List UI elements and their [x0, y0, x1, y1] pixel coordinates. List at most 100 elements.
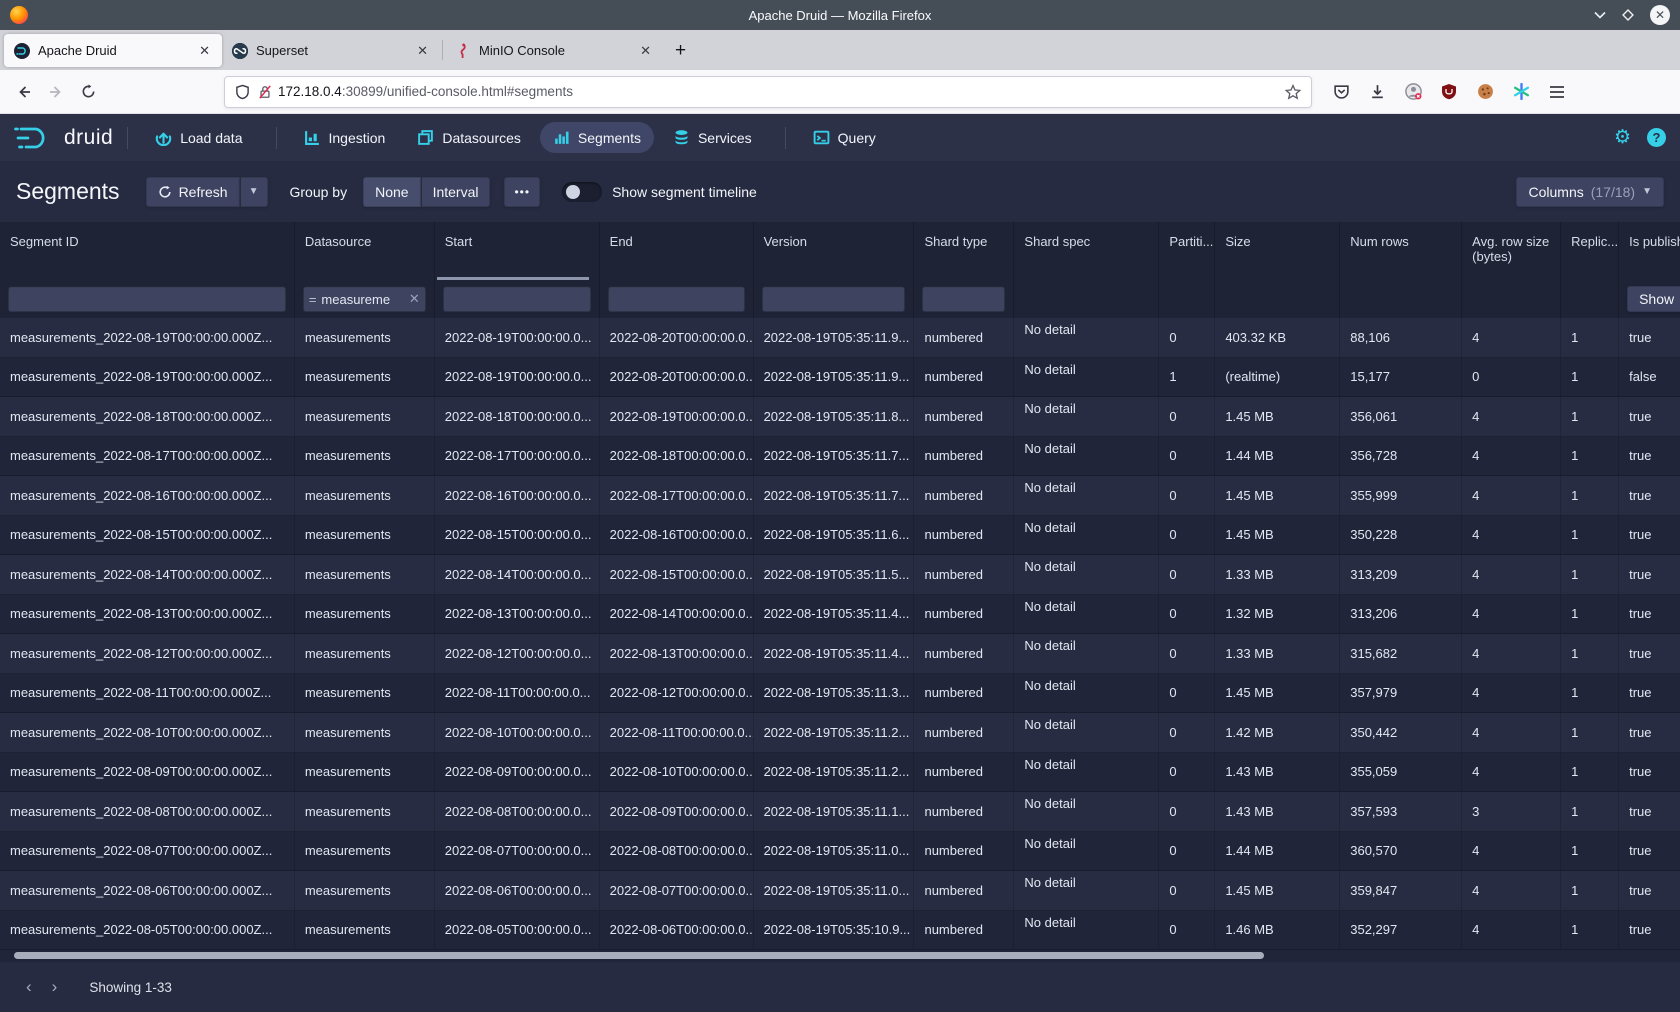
- nav-item-load-data[interactable]: Load data: [142, 122, 255, 153]
- is-published-filter-button[interactable]: Show: [1627, 286, 1680, 312]
- filter-input-segment-id[interactable]: [8, 286, 286, 312]
- column-header-size[interactable]: Size: [1214, 222, 1339, 280]
- group-by-none-button[interactable]: None: [363, 177, 420, 207]
- table-row[interactable]: measurements_2022-08-11T00:00:00.000Z...…: [0, 674, 1680, 714]
- filter-input-shard-type[interactable]: [922, 286, 1005, 312]
- table-row[interactable]: measurements_2022-08-19T00:00:00.000Z...…: [0, 318, 1680, 358]
- cell-segment-id[interactable]: measurements_2022-08-08T00:00:00.000Z...: [0, 792, 294, 831]
- cell-segment-id[interactable]: measurements_2022-08-15T00:00:00.000Z...: [0, 516, 294, 555]
- new-tab-button[interactable]: +: [663, 40, 698, 70]
- cell-segment-id[interactable]: measurements_2022-08-16T00:00:00.000Z...: [0, 476, 294, 515]
- refresh-button[interactable]: Refresh: [146, 177, 240, 207]
- table-row[interactable]: measurements_2022-08-14T00:00:00.000Z...…: [0, 555, 1680, 595]
- filter-input-end[interactable]: [608, 286, 745, 312]
- table-row[interactable]: measurements_2022-08-15T00:00:00.000Z...…: [0, 516, 1680, 556]
- column-header-shard-spec[interactable]: Shard spec: [1013, 222, 1158, 280]
- segment-timeline-toggle[interactable]: [562, 182, 602, 202]
- filter-input-start[interactable]: [443, 286, 591, 312]
- column-header-version[interactable]: Version: [753, 222, 914, 280]
- settings-gear-icon[interactable]: ⚙: [1614, 126, 1631, 149]
- table-row[interactable]: measurements_2022-08-07T00:00:00.000Z...…: [0, 832, 1680, 872]
- url-bar[interactable]: 172.18.0.4:30899/unified-console.html#se…: [224, 76, 1312, 108]
- help-icon[interactable]: ?: [1647, 128, 1666, 147]
- table-row[interactable]: measurements_2022-08-17T00:00:00.000Z...…: [0, 437, 1680, 477]
- window-close-icon[interactable]: ✕: [1650, 5, 1670, 25]
- cell-segment-id[interactable]: measurements_2022-08-13T00:00:00.000Z...: [0, 595, 294, 634]
- ublock-icon[interactable]: [1434, 77, 1464, 107]
- window-maximize-icon[interactable]: [1622, 9, 1634, 21]
- datasource-filter-chip[interactable]: =measureme✕: [303, 286, 426, 312]
- table-row[interactable]: measurements_2022-08-05T00:00:00.000Z...…: [0, 911, 1680, 951]
- table-row[interactable]: measurements_2022-08-12T00:00:00.000Z...…: [0, 634, 1680, 674]
- table-row[interactable]: measurements_2022-08-09T00:00:00.000Z...…: [0, 753, 1680, 793]
- nav-item-query[interactable]: Query: [800, 122, 889, 153]
- reload-icon[interactable]: [72, 76, 104, 108]
- insecure-lock-icon[interactable]: [258, 84, 272, 100]
- cell-segment-id[interactable]: measurements_2022-08-09T00:00:00.000Z...: [0, 753, 294, 792]
- horizontal-scrollbar-thumb[interactable]: [14, 952, 1264, 959]
- tab-close-icon[interactable]: ✕: [638, 43, 653, 59]
- browser-tab-apache-druid[interactable]: Apache Druid✕: [4, 34, 222, 67]
- cell-segment-id[interactable]: measurements_2022-08-19T00:00:00.000Z...: [0, 358, 294, 397]
- browser-tab-superset[interactable]: Superset✕: [222, 34, 440, 67]
- nav-item-services[interactable]: Services: [660, 122, 765, 153]
- extension-flower-icon[interactable]: [1506, 77, 1536, 107]
- window-minimize-icon[interactable]: [1594, 11, 1606, 19]
- back-icon[interactable]: [8, 76, 40, 108]
- column-header-shard-type[interactable]: Shard type: [913, 222, 1013, 280]
- nav-item-segments[interactable]: Segments: [540, 122, 654, 153]
- cookie-icon[interactable]: [1470, 77, 1500, 107]
- download-icon[interactable]: [1362, 77, 1392, 107]
- tab-close-icon[interactable]: ✕: [197, 43, 212, 59]
- refresh-dropdown-button[interactable]: ▼: [240, 177, 268, 207]
- cell-start: 2022-08-11T00:00:00.0...: [434, 674, 599, 713]
- table-row[interactable]: measurements_2022-08-18T00:00:00.000Z...…: [0, 397, 1680, 437]
- group-by-interval-button[interactable]: Interval: [421, 177, 491, 207]
- previous-page-icon[interactable]: ‹: [16, 977, 42, 997]
- cell-segment-id[interactable]: measurements_2022-08-06T00:00:00.000Z...: [0, 871, 294, 910]
- table-row[interactable]: measurements_2022-08-13T00:00:00.000Z...…: [0, 595, 1680, 635]
- table-row[interactable]: measurements_2022-08-10T00:00:00.000Z...…: [0, 713, 1680, 753]
- tab-close-icon[interactable]: ✕: [415, 43, 430, 59]
- column-header-segment-id[interactable]: Segment ID: [0, 222, 294, 280]
- cell-is-published: true: [1618, 871, 1680, 910]
- remove-filter-icon[interactable]: ✕: [409, 291, 420, 307]
- next-page-icon[interactable]: ›: [42, 977, 68, 997]
- column-header-datasource[interactable]: Datasource: [294, 222, 434, 280]
- column-header-num-rows[interactable]: Num rows: [1339, 222, 1461, 280]
- table-row[interactable]: measurements_2022-08-06T00:00:00.000Z...…: [0, 871, 1680, 911]
- cell-segment-id[interactable]: measurements_2022-08-11T00:00:00.000Z...: [0, 674, 294, 713]
- forward-icon[interactable]: [40, 76, 72, 108]
- cell-segment-id[interactable]: measurements_2022-08-12T00:00:00.000Z...: [0, 634, 294, 673]
- table-row[interactable]: measurements_2022-08-19T00:00:00.000Z...…: [0, 358, 1680, 398]
- nav-item-label: Ingestion: [329, 130, 386, 146]
- account-icon[interactable]: [1398, 77, 1428, 107]
- tracking-shield-icon[interactable]: [235, 84, 250, 100]
- column-header-avg-row-size-bytes[interactable]: Avg. row size(bytes): [1461, 222, 1560, 280]
- bookmark-star-icon[interactable]: [1285, 84, 1301, 100]
- column-header-replic[interactable]: Replic...: [1560, 222, 1618, 280]
- menu-icon[interactable]: [1542, 77, 1572, 107]
- column-header-partiti[interactable]: Partiti...: [1158, 222, 1214, 280]
- column-header-end[interactable]: End: [599, 222, 753, 280]
- cell-end: 2022-08-11T00:00:00.0...: [599, 713, 753, 752]
- nav-item-datasources[interactable]: Datasources: [404, 122, 534, 153]
- table-row[interactable]: measurements_2022-08-16T00:00:00.000Z...…: [0, 476, 1680, 516]
- browser-tab-minio-console[interactable]: MinIO Console✕: [445, 34, 663, 67]
- table-row[interactable]: measurements_2022-08-08T00:00:00.000Z...…: [0, 792, 1680, 832]
- cell-segment-id[interactable]: measurements_2022-08-17T00:00:00.000Z...: [0, 437, 294, 476]
- cell-segment-id[interactable]: measurements_2022-08-19T00:00:00.000Z...: [0, 318, 294, 357]
- cell-segment-id[interactable]: measurements_2022-08-10T00:00:00.000Z...: [0, 713, 294, 752]
- cell-segment-id[interactable]: measurements_2022-08-07T00:00:00.000Z...: [0, 832, 294, 871]
- cell-segment-id[interactable]: measurements_2022-08-05T00:00:00.000Z...: [0, 911, 294, 950]
- column-header-is-published[interactable]: Is published: [1618, 222, 1680, 280]
- filter-input-version[interactable]: [762, 286, 906, 312]
- pocket-icon[interactable]: [1326, 77, 1356, 107]
- nav-item-ingestion[interactable]: Ingestion: [291, 122, 399, 153]
- druid-logo[interactable]: druid: [14, 125, 113, 151]
- cell-segment-id[interactable]: measurements_2022-08-14T00:00:00.000Z...: [0, 555, 294, 594]
- cell-segment-id[interactable]: measurements_2022-08-18T00:00:00.000Z...: [0, 397, 294, 436]
- column-header-start[interactable]: Start: [434, 222, 599, 280]
- more-options-button[interactable]: •••: [504, 177, 540, 207]
- columns-picker-button[interactable]: Columns (17/18) ▼: [1516, 177, 1664, 207]
